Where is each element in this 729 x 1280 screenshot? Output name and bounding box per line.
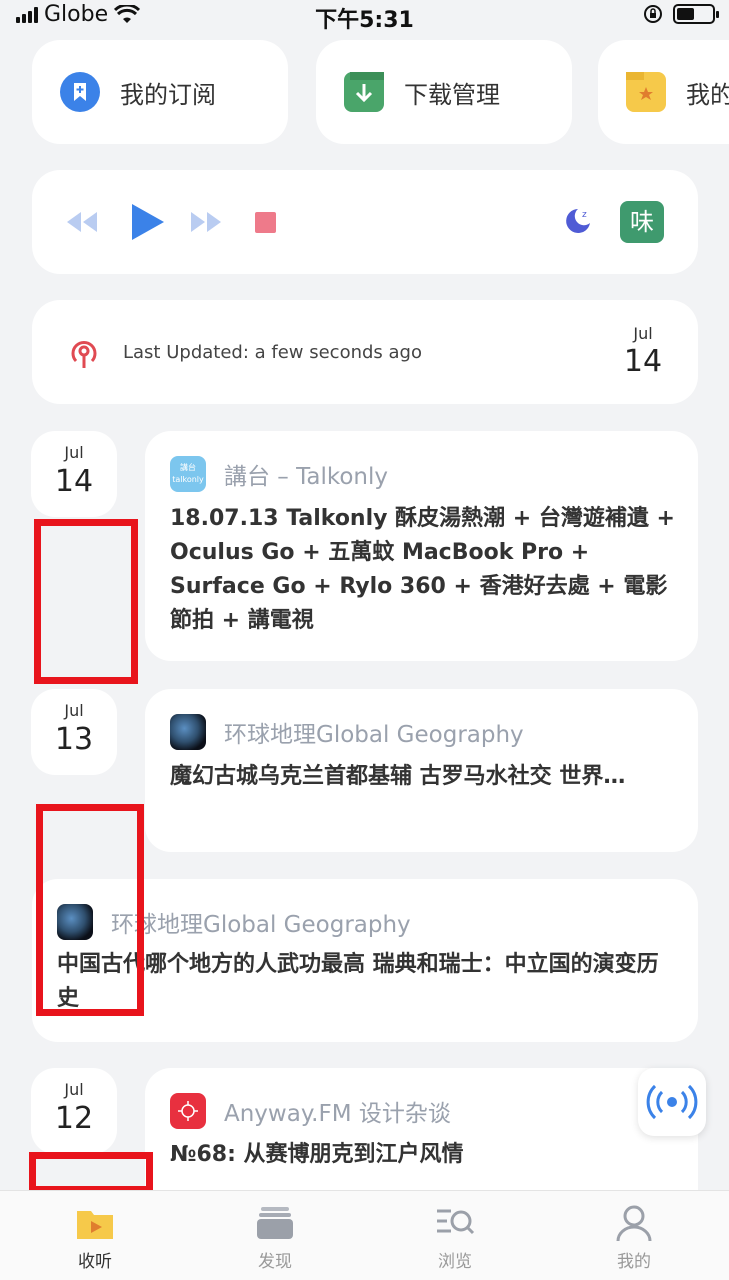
play-icon[interactable] [128,200,168,244]
tab-mine[interactable]: 我的 [574,1191,694,1280]
source-name: 环球地理Global Geography [111,912,411,938]
anyway-fm-logo [170,1093,206,1129]
globe-logo [170,714,206,750]
rotation-lock-icon [644,5,662,23]
tab-label: 收听 [78,1252,112,1272]
quick-action-label: 我的订阅 [120,80,216,109]
talkonly-logo: 講台 talkonly [170,456,206,492]
episode-title: №68: 从赛博朋克到江户风情 [170,1142,464,1167]
date-month: Jul [64,443,84,462]
browse-search-icon [437,1209,475,1235]
show-avatar[interactable]: 味 [620,201,664,243]
date-badge: Jul 14 [31,431,117,517]
tab-label: 发现 [258,1252,292,1272]
date-day: 14 [54,464,94,499]
quick-action-label: 下载管理 [404,80,500,109]
date-badge: Jul 12 [31,1068,117,1154]
star-folder-icon [626,72,666,112]
tab-label: 浏览 [438,1252,472,1272]
date-badge: Jul 13 [31,689,117,775]
fast-forward-icon[interactable] [188,204,224,240]
episode-title: 中国古代哪个地方的人武功最高 瑞典和瑞士：中立国的演变历史 [57,952,659,1011]
last-updated-text: Last Updated: a few seconds ago [123,342,422,363]
episode-title: 18.07.13 Talkonly 酥皮湯熱潮 + 台灣遊補遺 + Oculus… [170,506,675,633]
source-name: Anyway.FM 设计杂谈 [224,1101,451,1127]
clock: 下午5:31 [315,8,414,33]
episode-title: 魔幻古城乌克兰首都基辅 古罗马水社交 世界… [170,764,626,789]
episode-source: Anyway.FM 设计杂谈 [170,1093,451,1129]
update-month: Jul [633,324,653,343]
stack-icon [257,1207,293,1239]
date-day: 13 [54,722,94,757]
highlight-box [34,519,138,684]
folder-play-icon [77,1211,113,1239]
date-month: Jul [64,1080,84,1099]
status-bar: Globe 下午5:31 [0,0,729,33]
source-name: 环球地理Global Geography [224,722,524,748]
quick-action-mine[interactable]: 我的 [598,40,729,144]
tab-label: 我的 [617,1252,651,1272]
episode-source: 講台 talkonly 講台 – Talkonly [170,456,388,492]
date-day: 12 [54,1101,94,1136]
status-right [643,4,719,24]
highlight-box [36,804,144,1016]
quick-action-downloads[interactable]: 下载管理 [316,40,572,144]
stop-icon[interactable] [255,212,276,233]
date-month: Jul [64,701,84,720]
tab-listen[interactable]: 收听 [35,1191,155,1280]
bookmark-plus-icon [60,72,100,112]
live-radio-button[interactable] [638,1068,706,1136]
download-icon [344,72,384,112]
broadcast-icon [646,1084,698,1120]
svg-text:z: z [582,210,587,220]
person-icon [616,1205,652,1242]
source-name: 講台 – Talkonly [224,464,388,490]
update-day: 14 [623,344,663,379]
episode-source: 环球地理Global Geography [170,714,524,750]
podcast-icon [71,341,97,368]
rewind-icon[interactable] [64,204,100,240]
sleep-timer-icon[interactable]: z [562,205,594,237]
battery-icon [673,4,719,24]
highlight-box [29,1152,153,1193]
tab-discover[interactable]: 发现 [215,1191,335,1280]
tab-bar: 收听 发现 浏览 我的 [0,1190,729,1280]
tab-browse[interactable]: 浏览 [395,1191,515,1280]
quick-action-subscriptions[interactable]: 我的订阅 [32,40,288,144]
quick-action-label: 我的 [686,80,729,109]
